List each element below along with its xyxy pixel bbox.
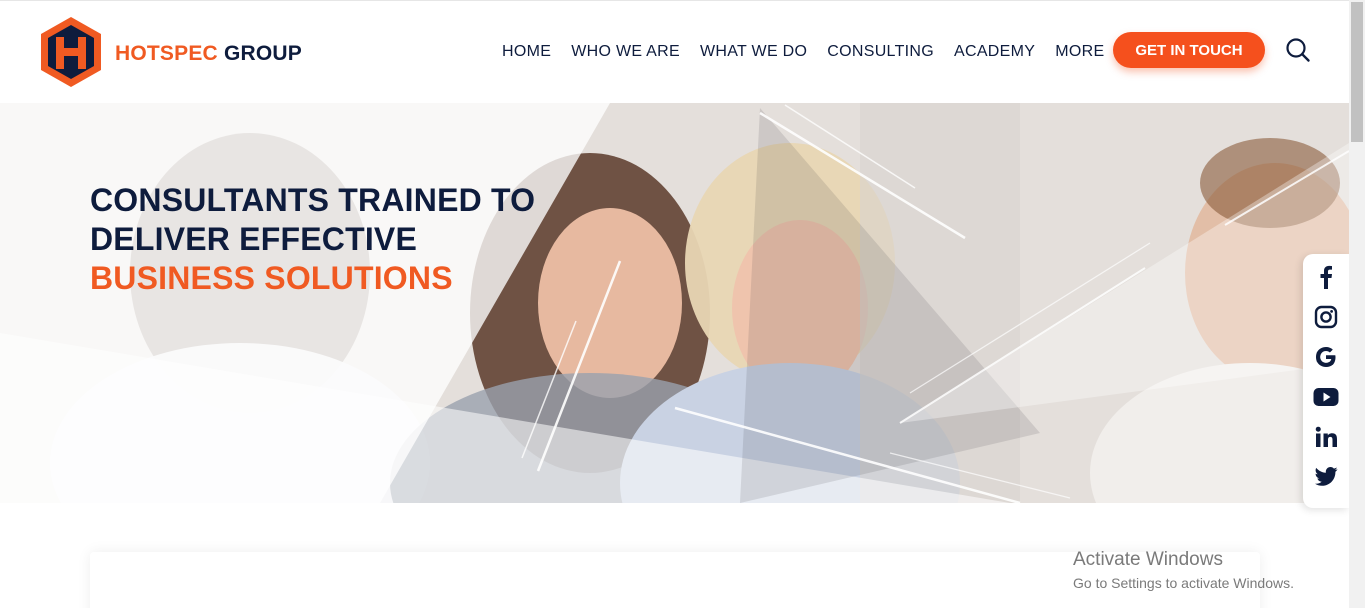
nav-academy[interactable]: ACADEMY — [954, 41, 1035, 63]
hero-headline: CONSULTANTS TRAINED TO DELIVER EFFECTIVE… — [90, 181, 535, 298]
hexagon-h-logo-icon — [41, 17, 101, 87]
youtube-icon[interactable] — [1313, 384, 1339, 410]
scrollbar-thumb[interactable] — [1351, 2, 1363, 142]
facebook-icon[interactable] — [1313, 264, 1339, 290]
brand-logo[interactable]: HOTSPEC GROUP — [38, 15, 302, 89]
site-header: HOTSPEC GROUP HOME WHO WE ARE WHAT WE DO… — [0, 0, 1349, 103]
linkedin-icon[interactable] — [1313, 424, 1339, 450]
page-scrollbar[interactable] — [1349, 0, 1365, 608]
instagram-icon[interactable] — [1313, 304, 1339, 330]
activate-windows-watermark: Activate Windows Go to Settings to activ… — [1073, 549, 1294, 593]
hero-banner: CONSULTANTS TRAINED TO DELIVER EFFECTIVE… — [0, 103, 1349, 503]
brand-secondary: GROUP — [223, 42, 302, 65]
nav-consulting[interactable]: CONSULTING — [827, 41, 934, 63]
twitter-icon[interactable] — [1313, 464, 1339, 490]
nav-what-we-do[interactable]: WHAT WE DO — [700, 41, 807, 63]
search-icon[interactable] — [1285, 37, 1311, 63]
nav-more[interactable]: MORE — [1055, 41, 1104, 63]
google-icon[interactable] — [1313, 344, 1339, 370]
brand-primary: HOTSPEC — [115, 42, 218, 65]
nav-home[interactable]: HOME — [502, 41, 551, 63]
main-nav: HOME WHO WE ARE WHAT WE DO CONSULTING AC… — [502, 41, 1124, 63]
nav-who-we-are[interactable]: WHO WE ARE — [571, 41, 680, 63]
get-in-touch-button[interactable]: GET IN TOUCH — [1113, 32, 1265, 68]
brand-name: HOTSPEC GROUP — [115, 42, 302, 66]
watermark-subtitle: Go to Settings to activate Windows. — [1073, 575, 1294, 591]
hero-line-1: CONSULTANTS TRAINED TO — [90, 182, 536, 218]
hero-line-2: DELIVER EFFECTIVE — [90, 221, 417, 257]
hero-background-image — [0, 103, 1349, 503]
social-sidebar — [1303, 254, 1349, 508]
hero-line-3: BUSINESS SOLUTIONS — [90, 260, 453, 296]
watermark-title: Activate Windows — [1073, 549, 1223, 570]
